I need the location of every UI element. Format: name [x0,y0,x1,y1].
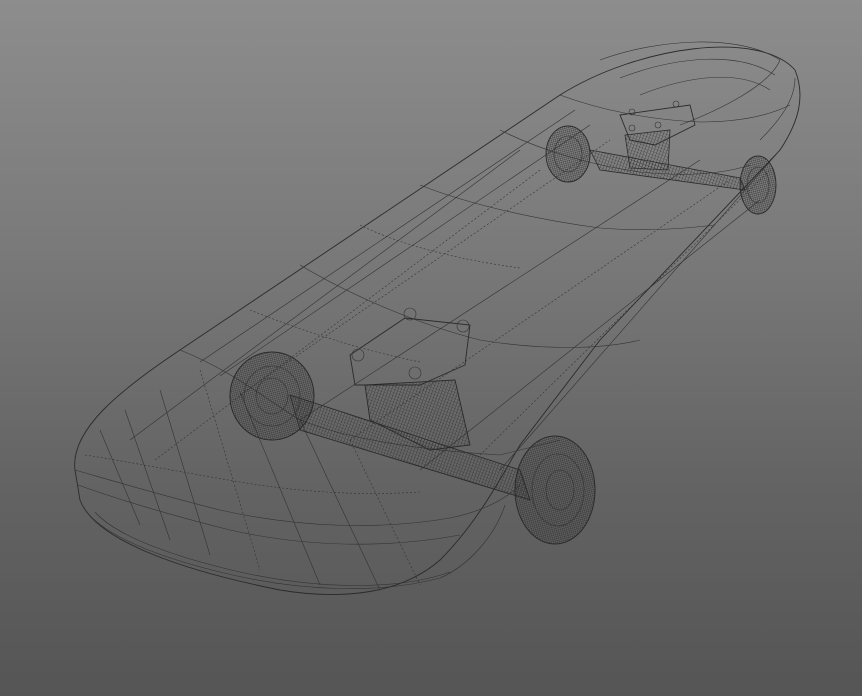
rear-left-wheel [545,125,591,183]
deck [74,41,801,595]
front-right-wheel [514,435,596,545]
rear-right-wheel [739,155,777,215]
front-left-wheel [229,351,315,441]
front-truck [289,307,531,501]
rear-truck [589,100,746,191]
skateboard-wireframe [74,41,801,595]
render-viewport [0,0,862,696]
